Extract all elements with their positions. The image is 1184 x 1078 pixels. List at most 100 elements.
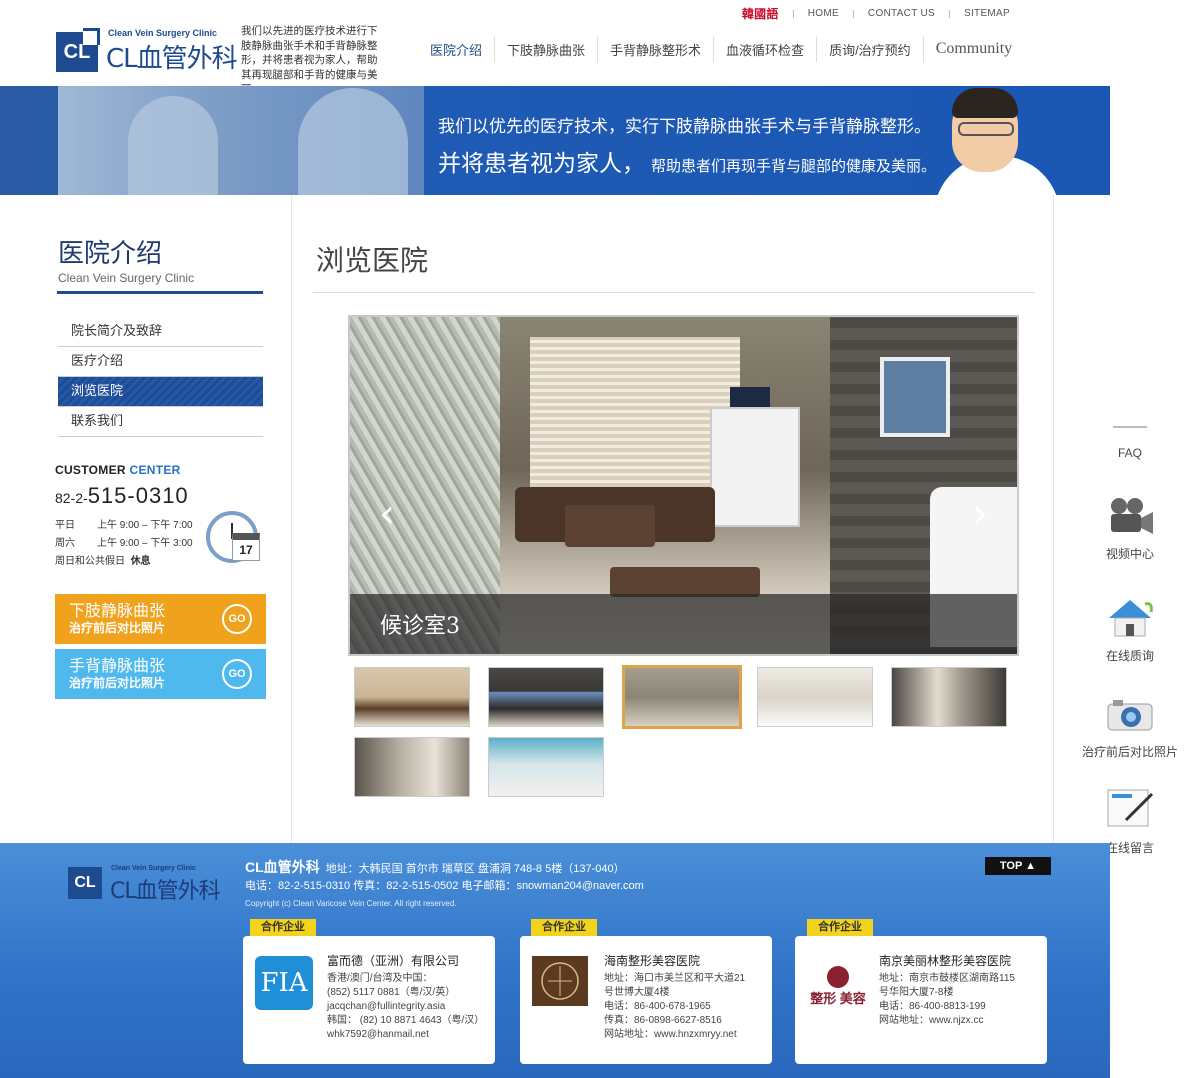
partner-line: 韩国： (82) 10 8871 4643（粤/汉） <box>327 1015 485 1026</box>
chevron-right-icon[interactable]: › <box>965 494 995 534</box>
thumbnail[interactable] <box>354 737 470 797</box>
ottoman <box>565 505 655 547</box>
footer-address: 地址：大韩民国 首尔市 瑞草区 盘浦洞 748-8 5楼（137-040） <box>325 863 625 875</box>
partner-line: 地址：南京市鼓楼区湖南路115 <box>879 973 1015 984</box>
photo-caption: 候诊室3 <box>350 594 1017 654</box>
copyright: Copyright (c) Clean Varicose Vein Center… <box>245 899 457 908</box>
quick-before-after[interactable]: 治疗前后对比照片 <box>1080 694 1180 760</box>
nav-hospital-intro[interactable]: 医院介绍 <box>418 40 494 59</box>
banner-line-2: 并将患者视为家人， 帮助患者们再现手背与腿部的健康及美丽。 <box>438 144 936 178</box>
thumbnail[interactable] <box>488 667 604 727</box>
logo-mark: CL <box>56 28 100 72</box>
go-button[interactable]: GO <box>222 604 252 634</box>
sidebar-menu: 院长简介及致辞 医疗介绍 浏览医院 联系我们 <box>58 317 263 437</box>
thumbnail[interactable] <box>354 667 470 727</box>
footer-logo: CL Clean Vein Surgery Clinic CL血管外科 <box>68 861 238 904</box>
banner-line-2-small: 帮助患者们再现手背与腿部的健康及美丽。 <box>651 157 937 175</box>
cc-title-b: CENTER <box>129 463 181 477</box>
site-logo[interactable]: CL Clean Vein Surgery Clinic CL血管外科 <box>56 26 238 74</box>
surgeon-figure <box>128 96 218 195</box>
wall-frame <box>880 357 950 437</box>
banner-line-2-big: 并将患者视为家人， <box>438 151 645 177</box>
partner-line: 号世博大厦4楼 <box>604 987 670 998</box>
partner-card-nanjing[interactable]: 整形 美容 南京美丽林整形美容医院 地址：南京市鼓楼区湖南路115 号华阳大厦7… <box>795 936 1047 1064</box>
partner-line: 传真：86-0898-6627-8516 <box>604 1015 722 1026</box>
phone-number: 515-0310 <box>87 483 189 508</box>
doctor-hair <box>952 88 1018 118</box>
sidebar-item-medical-intro[interactable]: 医疗介绍 <box>58 347 263 377</box>
utility-nav: 韓國語 HOME CONTACT US SITEMAP <box>728 5 1024 22</box>
hainan-logo <box>532 956 588 1006</box>
logo-english: Clean Vein Surgery Clinic <box>111 865 196 872</box>
partner-name: 南京美丽林整形美容医院 <box>879 954 1012 968</box>
nav-circulation-test[interactable]: 血液循环检查 <box>714 40 816 59</box>
hand-before-after-banner[interactable]: 手背静脉曲张 治疗前后对比照片 GO <box>55 649 266 699</box>
leg-before-after-banner[interactable]: 下肢静脉曲张 治疗前后对比照片 GO <box>55 594 266 644</box>
partner-tag: 合作企业 <box>250 919 316 936</box>
nav-hand-vein[interactable]: 手背静脉整形术 <box>598 40 713 59</box>
calendar-icon: 17 <box>232 533 260 561</box>
partner-line: 地址：海口市美兰区和平大道21 <box>604 973 746 984</box>
customer-phone: 82-2-515-0310 <box>55 483 189 509</box>
quick-label: 视频中心 <box>1105 547 1154 561</box>
logo-mark: CL <box>68 867 102 899</box>
chevron-left-icon[interactable]: ‹ <box>372 494 402 534</box>
contact-us-link[interactable]: CONTACT US <box>854 8 949 19</box>
fia-logo-text: FIA <box>260 968 308 998</box>
partner-card-hainan[interactable]: 海南整形美容医院 地址：海口市美兰区和平大道21 号世博大厦4楼 电话：86-4… <box>520 936 772 1064</box>
home-link[interactable]: HOME <box>794 8 853 19</box>
thumbnail-selected[interactable] <box>622 665 742 729</box>
nav-leg-varicose[interactable]: 下肢静脉曲张 <box>495 40 597 59</box>
top-button[interactable]: TOP ▲ <box>985 857 1051 875</box>
notepad-pen-icon <box>1080 786 1180 833</box>
video-camera-icon <box>1080 496 1180 539</box>
main-nav: 医院介绍 下肢静脉曲张 手背静脉整形术 血液循环检查 质询/治疗预约 Commu… <box>418 36 1024 62</box>
sidebar-item-browse-hospital[interactable]: 浏览医院 <box>58 377 263 407</box>
sidebar-item-director[interactable]: 院长简介及致辞 <box>58 317 263 347</box>
quick-faq[interactable]: FAQ <box>1080 420 1180 460</box>
thumbnail[interactable] <box>488 737 604 797</box>
footer-address-line: CL血管外科 地址：大韩民国 首尔市 瑞草区 盘浦洞 748-8 5楼（137-0… <box>245 859 644 878</box>
logo-english: Clean Vein Surgery Clinic <box>108 28 218 38</box>
divider <box>313 292 1035 293</box>
go-button[interactable]: GO <box>222 659 252 689</box>
sidebar-title: 医院介绍 <box>58 239 163 269</box>
thumbnail[interactable] <box>891 667 1007 727</box>
partner-line: 香港/澳门/台湾及中国： <box>327 973 433 984</box>
phone-prefix: 82-2- <box>55 490 88 506</box>
sidebar-item-contact[interactable]: 联系我们 <box>58 407 263 437</box>
customer-center-title: CUSTOMER CENTER <box>55 463 181 477</box>
quick-label: FAQ <box>1117 446 1142 460</box>
quick-online-inquiry[interactable]: 在线质询 <box>1080 598 1180 664</box>
quick-video[interactable]: 视频中心 <box>1080 496 1180 562</box>
hours-row: 平日 上午 9:00 – 下午 7:00 <box>55 517 193 535</box>
logo-chinese: CL血管外科 <box>110 879 221 904</box>
header: 韓國語 HOME CONTACT US SITEMAP CL Clean Vei… <box>0 0 1110 95</box>
hours-label: 周六 <box>55 538 75 549</box>
partner-card-fia[interactable]: FIA 富而德（亚洲）有限公司 香港/澳门/台湾及中国： (852) 5117 … <box>243 936 495 1064</box>
nanjing-logo-text: 整形 美容 <box>810 991 866 1006</box>
ottoman <box>610 567 760 597</box>
partner-line: 电话：86-400-8813-199 <box>879 1001 986 1012</box>
nav-reservation[interactable]: 质询/治疗预约 <box>817 40 923 59</box>
partner-details: 地址：海口市美兰区和平大道21 号世博大厦4楼 电话：86-400-678-19… <box>604 972 745 1042</box>
hours-label: 周日和公共假日 <box>55 556 125 567</box>
banner-line-1: 我们以优先的医疗技术，实行下肢静脉曲张手术与手背静脉整形。 <box>438 117 931 137</box>
hours-label: 平日 <box>55 520 75 531</box>
thumbnail[interactable] <box>757 667 873 727</box>
partner-line: 电话：86-400-678-1965 <box>604 1001 711 1012</box>
korean-link[interactable]: 韓國語 <box>728 5 793 22</box>
partner-details: 香港/澳门/台湾及中国： (852) 5117 0881（粤/汉/英） jacq… <box>327 972 484 1042</box>
camera-icon <box>1080 694 1180 737</box>
footer-clinic-name: CL血管外科 <box>245 859 320 875</box>
partner-line: 网站地址：www.njzx.cc <box>879 1015 984 1026</box>
partner-line: 网站地址：www.hnzxmryy.net <box>604 1029 737 1040</box>
nav-community[interactable]: Community <box>924 40 1024 58</box>
footer: CL Clean Vein Surgery Clinic CL血管外科 CL血管… <box>0 843 1110 1078</box>
hours-row: 周日和公共假日 休息 <box>55 553 193 571</box>
hero-banner: 我们以优先的医疗技术，实行下肢静脉曲张手术与手背静脉整形。 并将患者视为家人， 帮… <box>0 86 1110 195</box>
brochure-rack <box>710 407 800 527</box>
sitemap-link[interactable]: SITEMAP <box>950 8 1024 19</box>
quick-label: 治疗前后对比照片 <box>1081 745 1178 759</box>
sidebar-subtitle: Clean Vein Surgery Clinic <box>58 271 195 285</box>
